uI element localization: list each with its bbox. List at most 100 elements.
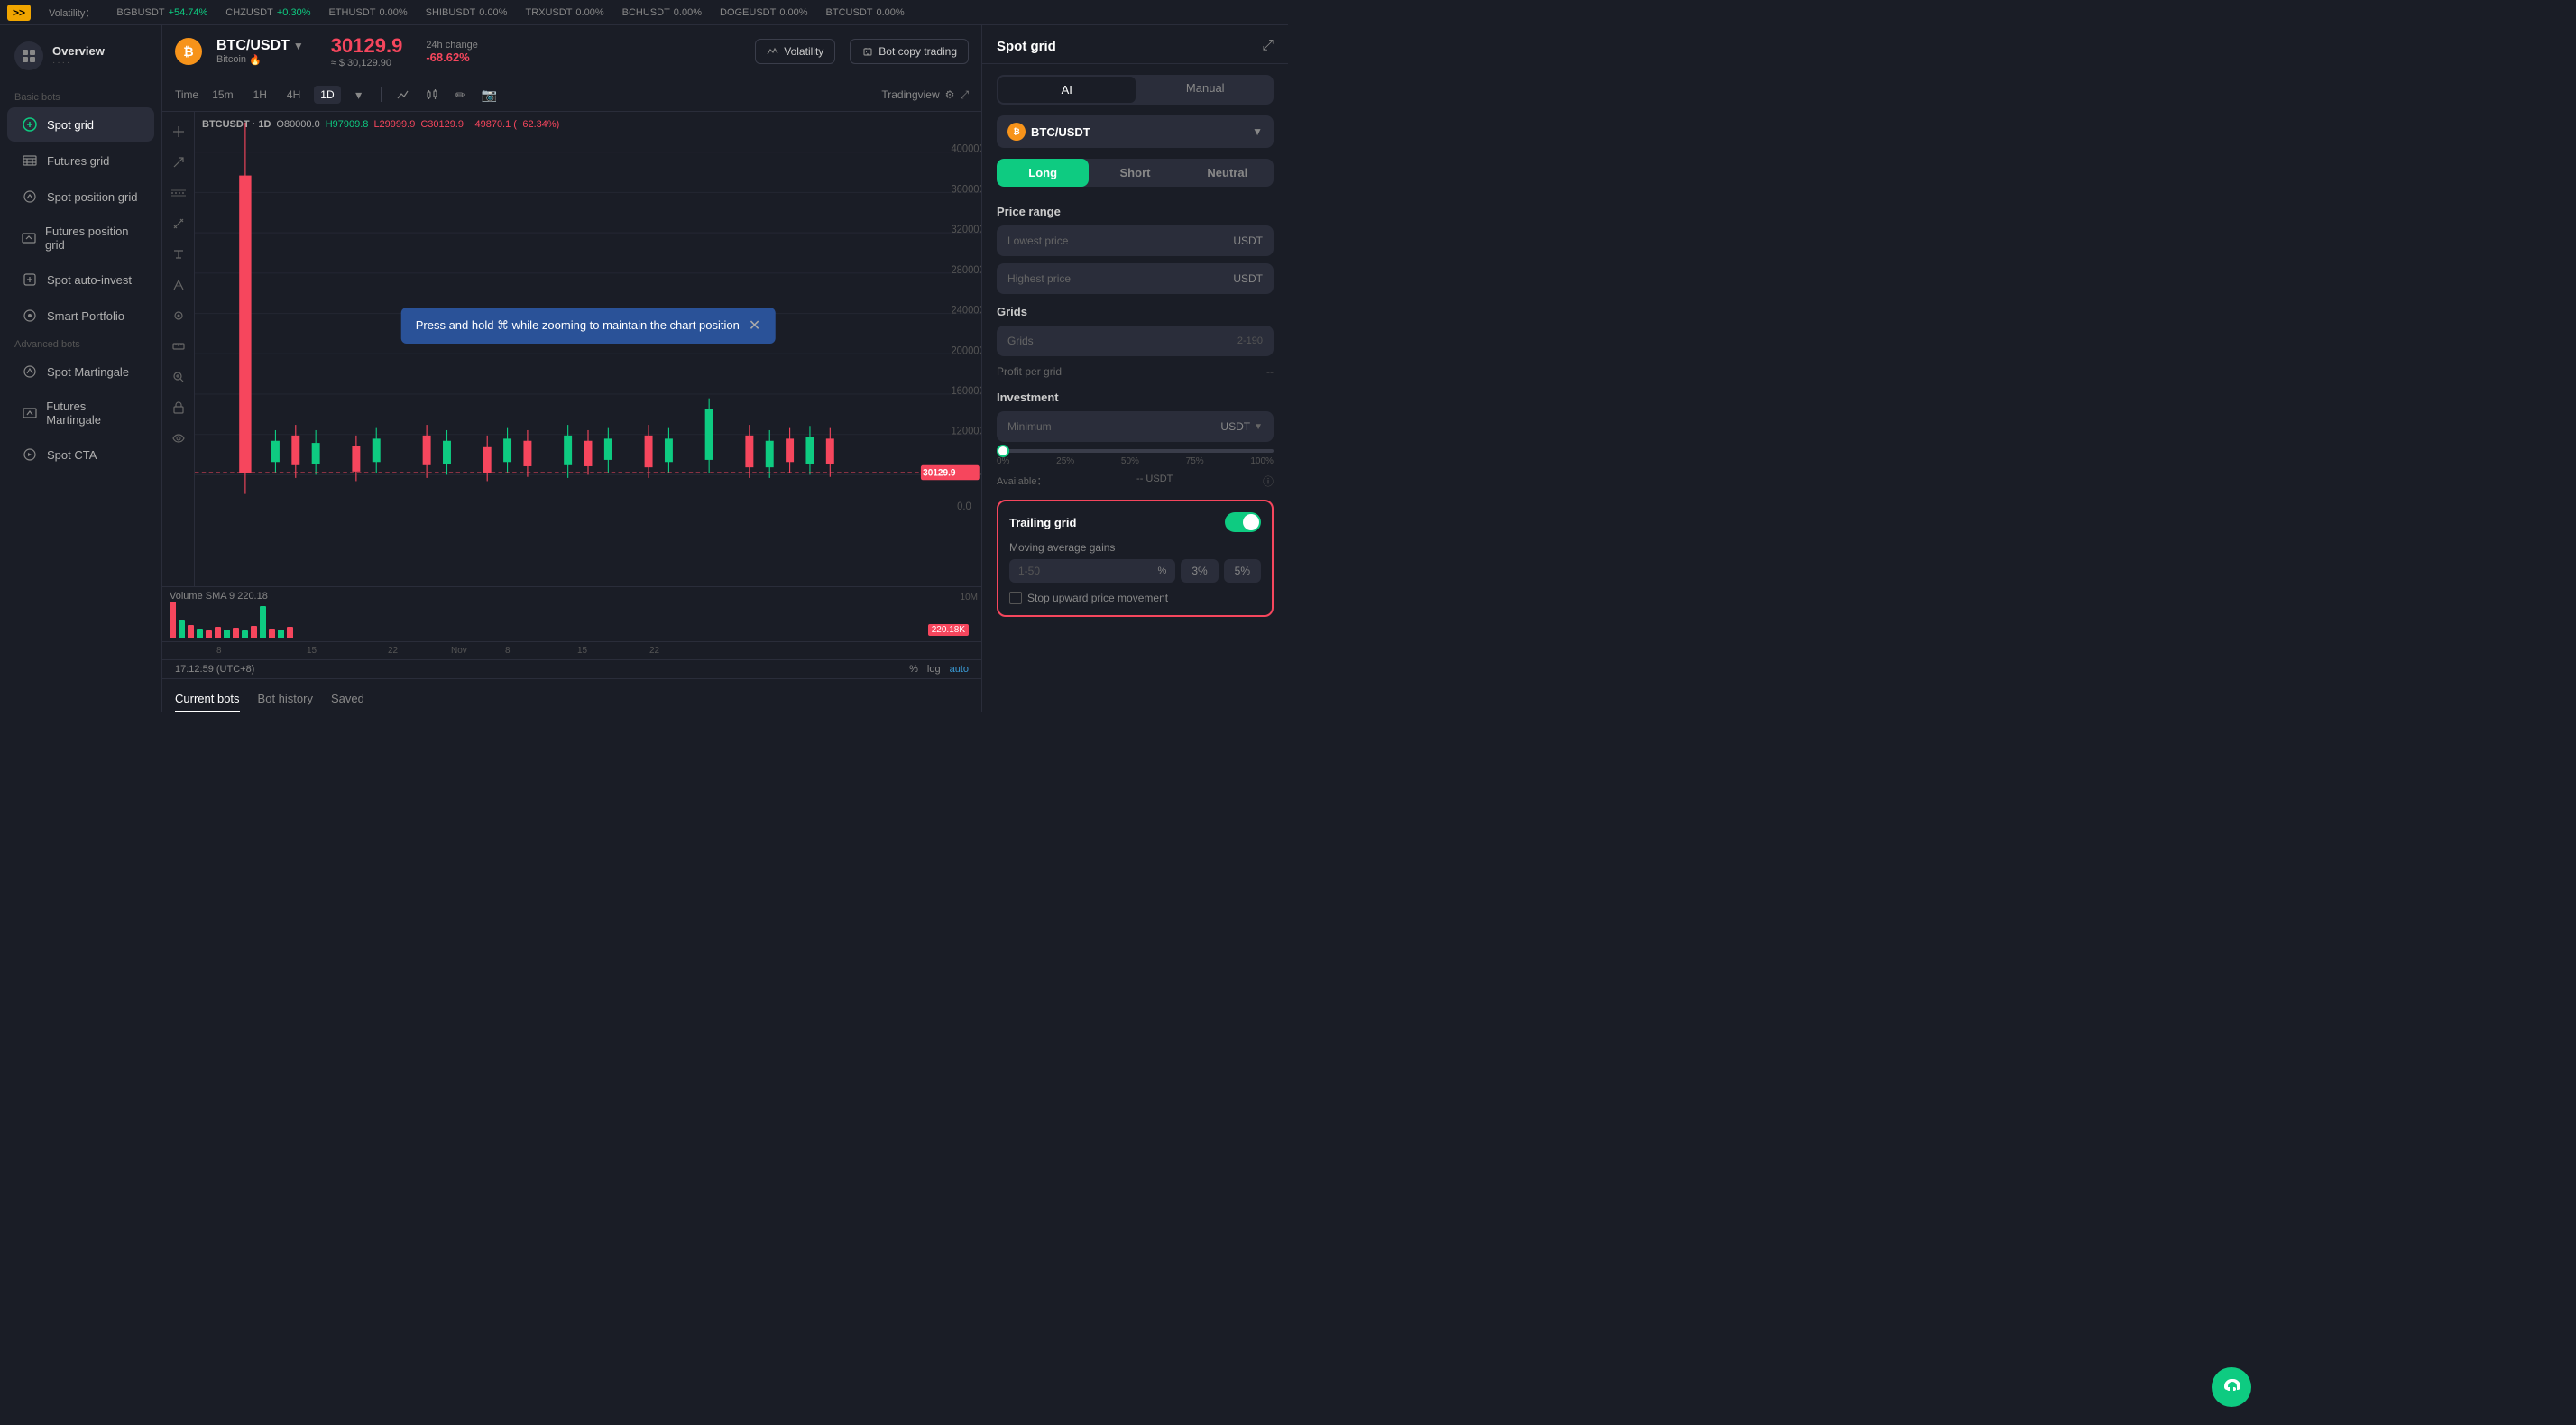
slider-track[interactable] — [997, 449, 1274, 453]
pair-dropdown-arrow[interactable]: ▼ — [293, 40, 304, 52]
lock-tool[interactable] — [166, 395, 191, 420]
tab-saved[interactable]: Saved — [331, 686, 364, 712]
sidebar: Overview ···· Basic bots Spot grid Fut — [0, 25, 162, 712]
ticker-change-5: 0.00% — [674, 7, 702, 18]
sidebar-item-label-spot-cta: Spot CTA — [47, 448, 97, 462]
ticker-item-3: SHIBUSDT 0.00% — [426, 7, 508, 18]
sidebar-item-futures-grid[interactable]: Futures grid — [7, 143, 154, 178]
ma-range-val: 1-50 — [1018, 565, 1040, 577]
candle-chart-icon[interactable] — [421, 84, 443, 106]
ticker-change-1: +0.30% — [277, 7, 311, 18]
fibonacci-tool[interactable] — [166, 272, 191, 298]
time-label: Time — [175, 88, 198, 101]
ticker-symbol-2: ETHUSDT — [328, 7, 375, 18]
panel-expand-icon[interactable]: ⤢ — [1262, 38, 1274, 54]
text-tool[interactable] — [166, 242, 191, 267]
support-button[interactable] — [2212, 1367, 2251, 1407]
date-axis: 8 15 22 Nov 8 15 22 — [162, 641, 981, 659]
vol-bar — [278, 630, 284, 638]
sidebar-item-futures-martingale[interactable]: Futures Martingale — [7, 391, 154, 436]
vol-bar — [188, 625, 194, 638]
vol-bar — [197, 629, 203, 638]
tab-current-bots[interactable]: Current bots — [175, 686, 240, 712]
tab-bot-history[interactable]: Bot history — [258, 686, 313, 712]
line-chart-icon[interactable] — [392, 84, 414, 106]
percent-icon[interactable]: % — [909, 664, 918, 675]
highest-price-field[interactable]: Highest price USDT — [997, 263, 1274, 294]
mode-toggle: AI Manual — [997, 75, 1274, 105]
sidebar-item-spot-position-grid[interactable]: Spot position grid — [7, 179, 154, 214]
right-panel: Spot grid ⤢ AI Manual ₿ BTC/USDT ▼ Long … — [981, 25, 1288, 712]
trailing-toggle[interactable] — [1225, 512, 1261, 532]
ticker-item-4: TRXUSDT 0.00% — [525, 7, 603, 18]
sidebar-item-futures-position-grid[interactable]: Futures position grid — [7, 216, 154, 261]
svg-text:0.0: 0.0 — [957, 501, 971, 512]
long-button[interactable]: Long — [997, 159, 1089, 187]
pair-circle-icon: ₿ — [1007, 123, 1026, 141]
arrow-tool[interactable] — [166, 150, 191, 175]
stop-upward-checkbox[interactable] — [1009, 592, 1022, 604]
neutral-button[interactable]: Neutral — [1182, 159, 1274, 187]
ai-mode-button[interactable]: AI — [998, 77, 1136, 103]
slider-label-75: 75% — [1186, 456, 1204, 466]
measure-tool[interactable] — [166, 211, 191, 236]
sidebar-item-spot-martingale[interactable]: Spot Martingale — [7, 354, 154, 389]
ma-range-input[interactable]: 1-50 % — [1009, 559, 1175, 583]
ruler-tool[interactable] — [166, 334, 191, 359]
available-label: Available： — [997, 473, 1046, 489]
vol-bar — [251, 626, 257, 638]
dropdown-time-icon[interactable]: ▾ — [348, 84, 370, 106]
crosshair-tool[interactable] — [166, 119, 191, 144]
ma-5-badge[interactable]: 5% — [1224, 559, 1261, 583]
investment-input[interactable]: Minimum USDT ▼ — [997, 411, 1274, 442]
horizontal-line-tool[interactable] — [166, 180, 191, 206]
sidebar-item-spot-cta[interactable]: Spot CTA — [7, 437, 154, 472]
tooltip-close-button[interactable]: ✕ — [749, 317, 760, 335]
ma-3-badge[interactable]: 3% — [1181, 559, 1218, 583]
tradingview-expand-icon[interactable]: ⤢ — [960, 88, 969, 102]
basic-bots-label: Basic bots — [0, 87, 161, 106]
log-button[interactable]: log — [927, 664, 941, 675]
settings-tool[interactable] — [166, 303, 191, 328]
date-label-22-2: 22 — [649, 646, 659, 656]
investment-slider[interactable]: 0% 25% 50% 75% 100% — [982, 446, 1288, 470]
zoom-tool[interactable] — [166, 364, 191, 390]
vol-bar — [179, 620, 185, 638]
grids-header: Grids — [982, 298, 1288, 322]
available-info-icon[interactable]: ⓘ — [1263, 473, 1274, 489]
volatility-button[interactable]: Volatility — [755, 39, 835, 64]
grids-input[interactable]: Grids 2-190 — [997, 326, 1274, 356]
spot-position-icon — [22, 188, 38, 205]
price-usd: ≈ $ 30,129.90 — [331, 58, 403, 69]
eye-tool[interactable] — [166, 426, 191, 451]
volume-label: Volume SMA 9 220.18 — [170, 591, 268, 602]
btc-coin-icon: ₿ — [175, 38, 202, 65]
time-btn-1d[interactable]: 1D — [314, 86, 340, 104]
short-button[interactable]: Short — [1089, 159, 1181, 187]
pair-selector[interactable]: ₿ BTC/USDT ▼ — [997, 115, 1274, 148]
ohlc-l: L29999.9 — [373, 119, 415, 130]
sidebar-item-spot-grid[interactable]: Spot grid — [7, 107, 154, 142]
overview-item[interactable]: Overview ···· — [0, 34, 161, 78]
time-btn-15m[interactable]: 15m — [206, 86, 239, 104]
nav-arrow[interactable]: >> — [7, 5, 31, 21]
sidebar-item-smart-portfolio[interactable]: Smart Portfolio — [7, 299, 154, 333]
time-btn-4h[interactable]: 4H — [281, 86, 307, 104]
change-val: -68.62% — [426, 51, 478, 64]
manual-mode-button[interactable]: Manual — [1137, 75, 1274, 105]
date-label-8: 8 — [216, 646, 222, 656]
tradingview-settings-icon[interactable]: ⚙ — [945, 88, 955, 101]
pen-icon[interactable]: ✏ — [450, 84, 472, 106]
sidebar-item-spot-auto-invest[interactable]: Spot auto-invest — [7, 262, 154, 297]
chart-canvas: BTCUSDT · 1D O80000.0 H97909.8 L29999.9 … — [195, 112, 981, 586]
investment-unit: USDT ▼ — [1220, 420, 1263, 433]
camera-icon[interactable]: 📷 — [479, 84, 501, 106]
lowest-price-field[interactable]: Lowest price USDT — [997, 225, 1274, 256]
timestamp: 17:12:59 (UTC+8) — [175, 664, 900, 675]
chart-tabs: Current bots Bot history Saved — [162, 678, 981, 712]
slider-thumb[interactable] — [997, 445, 1009, 457]
bot-copy-trading-button[interactable]: Bot copy trading — [850, 39, 969, 64]
auto-button[interactable]: auto — [950, 664, 969, 675]
direction-buttons: Long Short Neutral — [997, 159, 1274, 187]
time-btn-1h[interactable]: 1H — [247, 86, 273, 104]
